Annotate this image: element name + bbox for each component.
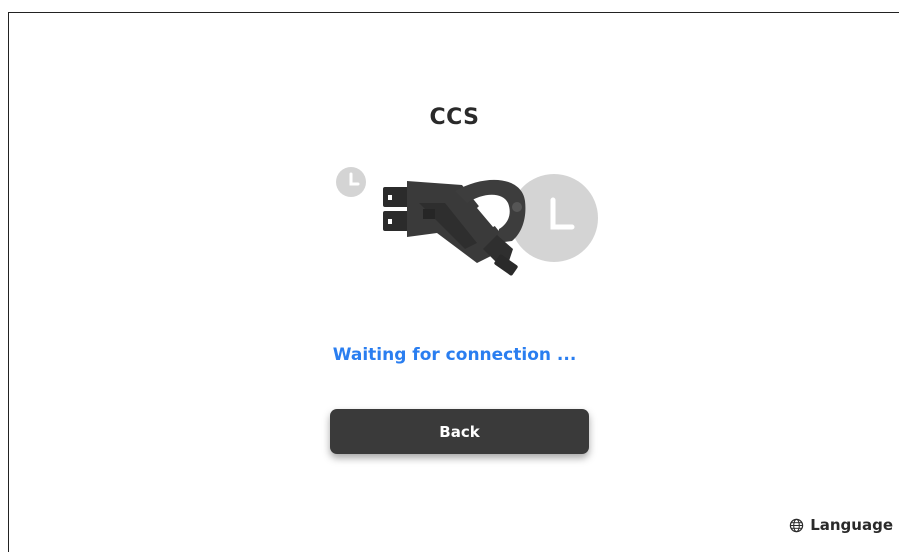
- back-button[interactable]: Back: [330, 409, 589, 454]
- globe-icon: [789, 518, 804, 532]
- language-selector[interactable]: Language: [789, 516, 893, 534]
- small-clock-icon: [336, 167, 366, 197]
- ccs-plug-icon: [383, 179, 526, 276]
- ccs-plug-illustration: [336, 167, 598, 276]
- language-label: Language: [810, 516, 893, 534]
- charging-screen: CCS Waiting for connection ... Back Lang…: [8, 12, 899, 552]
- connection-status-text: Waiting for connection ...: [332, 345, 577, 365]
- connector-title: CCS: [429, 105, 480, 130]
